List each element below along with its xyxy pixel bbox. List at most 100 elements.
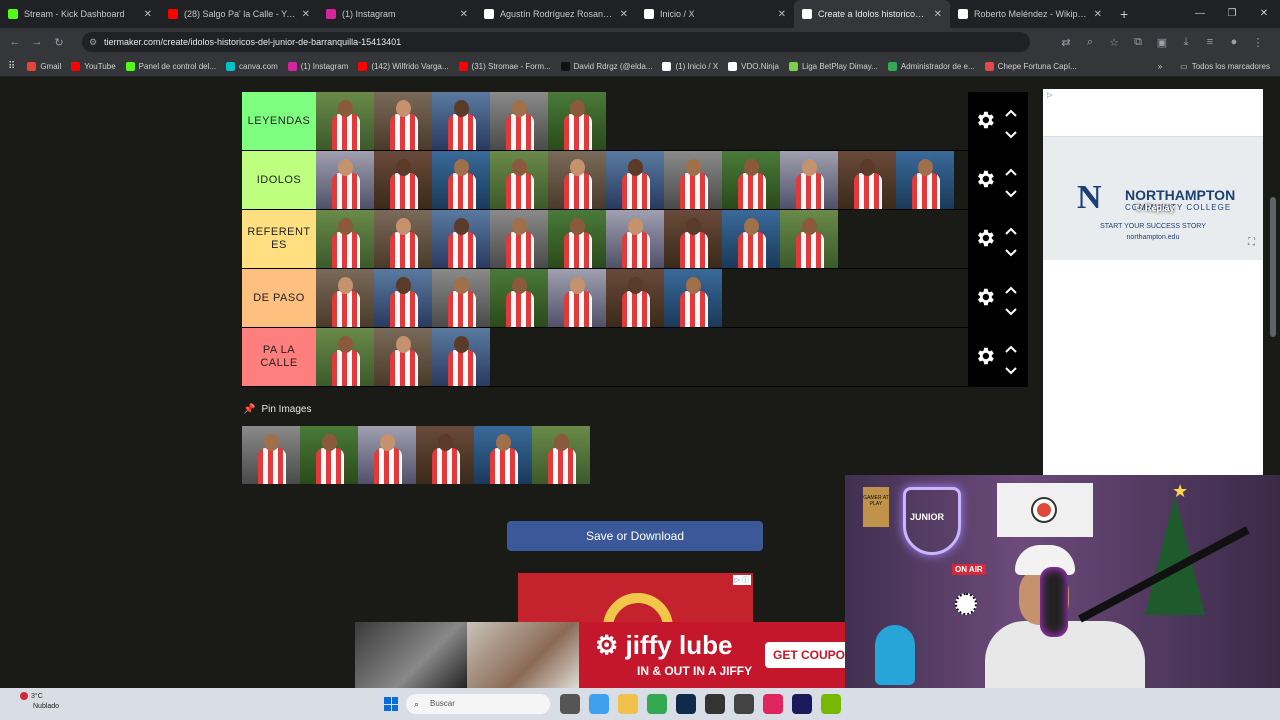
bookmark-item[interactable]: Gmail — [27, 61, 61, 71]
player-image[interactable] — [432, 210, 490, 268]
reload-icon[interactable]: ↻ — [48, 36, 70, 49]
player-image[interactable] — [548, 92, 606, 150]
close-tab-icon[interactable]: ✕ — [778, 9, 786, 20]
tiktok-live-icon[interactable] — [763, 694, 783, 714]
forward-icon[interactable]: → — [26, 36, 48, 48]
player-image[interactable] — [374, 269, 432, 327]
weather-widget[interactable]: 3°C Nublado — [20, 692, 59, 712]
browser-tab[interactable]: (1) Instagram ✕ — [318, 0, 476, 28]
browser-tab[interactable]: Roberto Meléndez - Wikipedia, ✕ — [950, 0, 1110, 28]
tier-label[interactable]: REFERENT ES — [242, 210, 316, 268]
bookmark-item[interactable]: VDO.Ninja — [728, 61, 779, 71]
adchoices-icon[interactable]: ▷ — [1045, 91, 1055, 99]
close-tab-icon[interactable]: ✕ — [934, 9, 942, 20]
save-or-download-button[interactable]: Save or Download — [507, 521, 763, 551]
player-image[interactable] — [374, 151, 432, 209]
player-image[interactable] — [606, 151, 664, 209]
chevron-up-icon[interactable] — [1004, 164, 1018, 176]
replay-button[interactable]: ↻ Replay — [1135, 203, 1175, 214]
player-image[interactable] — [374, 210, 432, 268]
task-view-icon[interactable] — [560, 694, 580, 714]
apps-grid-icon[interactable]: ⠿ — [8, 61, 15, 72]
player-image[interactable] — [606, 269, 664, 327]
tier-label[interactable]: LEYENDAS — [242, 92, 316, 150]
get-coupon-button[interactable]: GET COUPO — [765, 642, 845, 668]
close-tab-icon[interactable]: ✕ — [620, 9, 628, 20]
bookmark-item[interactable]: Chepe Fortuna Capí... — [984, 61, 1077, 71]
player-image[interactable] — [316, 328, 374, 386]
chevron-down-icon[interactable] — [1004, 304, 1018, 316]
player-image[interactable] — [548, 269, 606, 327]
player-image[interactable] — [490, 269, 548, 327]
gear-icon[interactable] — [974, 109, 996, 131]
tier-items[interactable] — [316, 151, 968, 209]
player-image[interactable] — [474, 426, 532, 484]
chrome-icon[interactable] — [647, 694, 667, 714]
bookmark-item[interactable]: YouTube — [71, 61, 116, 71]
chevron-down-icon[interactable] — [1004, 186, 1018, 198]
player-image[interactable] — [374, 92, 432, 150]
chevron-up-icon[interactable] — [1004, 282, 1018, 294]
player-image[interactable] — [316, 269, 374, 327]
tier-items[interactable] — [316, 328, 968, 386]
file-explorer-icon[interactable] — [618, 694, 638, 714]
player-image[interactable] — [664, 210, 722, 268]
player-image[interactable] — [664, 269, 722, 327]
player-image[interactable] — [242, 426, 300, 484]
player-image[interactable] — [548, 151, 606, 209]
download-icon[interactable]: ⤓ — [1174, 36, 1198, 49]
bookmarks-more-icon[interactable]: » — [1158, 62, 1162, 71]
player-image[interactable] — [432, 328, 490, 386]
player-image[interactable] — [374, 328, 432, 386]
tier-label[interactable]: PA LA CALLE — [242, 328, 316, 386]
chevron-down-icon[interactable] — [1004, 127, 1018, 139]
bookmark-item[interactable]: Liga BetPlay Dimay... — [788, 61, 878, 71]
tier-items[interactable] — [316, 210, 968, 268]
site-info-icon[interactable]: ⚙ — [89, 32, 97, 52]
taskbar-search[interactable]: ⌕ Buscar — [406, 694, 550, 714]
side-advertisement[interactable]: ▷ N NORTHAMPTON COMMUNITY COLLEGE ↻ Repl… — [1043, 89, 1263, 475]
bookmark-item[interactable]: canva.com — [226, 61, 278, 71]
player-image[interactable] — [548, 210, 606, 268]
player-image[interactable] — [316, 151, 374, 209]
menu-icon[interactable]: ⋮ — [1246, 36, 1270, 49]
bookmark-star-icon[interactable]: ☆ — [1102, 36, 1126, 49]
close-tab-icon[interactable]: ✕ — [302, 9, 310, 20]
chevron-up-icon[interactable] — [1004, 341, 1018, 353]
photoshop-icon[interactable] — [676, 694, 696, 714]
media-icon[interactable]: ≡ — [1198, 36, 1222, 48]
extensions-icon[interactable]: ⧉ — [1126, 36, 1150, 49]
bookmark-item[interactable]: David Rdrgz (@elda... — [560, 61, 652, 71]
gear-icon[interactable] — [974, 286, 996, 308]
sidebar-icon[interactable]: ▣ — [1150, 36, 1174, 49]
bookmark-item[interactable]: (1) Instagram — [287, 61, 348, 71]
bookmark-item[interactable]: Administrador de e... — [887, 61, 975, 71]
player-image[interactable] — [316, 92, 374, 150]
windows-start-icon[interactable] — [384, 697, 398, 711]
streamlabs-icon[interactable] — [734, 694, 754, 714]
gear-icon[interactable] — [974, 345, 996, 367]
player-image[interactable] — [722, 210, 780, 268]
chevron-down-icon[interactable] — [1004, 363, 1018, 375]
bookmark-item[interactable]: Panel de control del... — [125, 61, 216, 71]
gear-icon[interactable] — [974, 227, 996, 249]
all-bookmarks-link[interactable]: Todos los marcadores — [1192, 62, 1270, 71]
translate-icon[interactable]: ⇄ — [1054, 36, 1078, 49]
bookmark-item[interactable]: (31) Stromae - Form... — [458, 61, 551, 71]
browser-tab[interactable]: Stream - Kick Dashboard ✕ — [0, 0, 160, 28]
after-effects-icon[interactable] — [792, 694, 812, 714]
tier-items[interactable] — [316, 269, 968, 327]
player-image[interactable] — [358, 426, 416, 484]
player-image[interactable] — [532, 426, 590, 484]
nvidia-icon[interactable] — [821, 694, 841, 714]
browser-tab[interactable]: (28) Salgo Pa' la Calle - YouTub ✕ — [160, 0, 318, 28]
chevron-up-icon[interactable] — [1004, 105, 1018, 117]
player-image[interactable] — [490, 151, 548, 209]
player-image[interactable] — [432, 92, 490, 150]
fullscreen-icon[interactable]: ⛶ — [1248, 237, 1255, 248]
browser-tab[interactable]: Create a Idolos historicos del ju ✕ — [794, 0, 950, 28]
browser-tab[interactable]: Inicio / X ✕ — [636, 0, 794, 28]
player-image[interactable] — [432, 151, 490, 209]
player-image[interactable] — [490, 92, 548, 150]
chevron-down-icon[interactable] — [1004, 245, 1018, 257]
